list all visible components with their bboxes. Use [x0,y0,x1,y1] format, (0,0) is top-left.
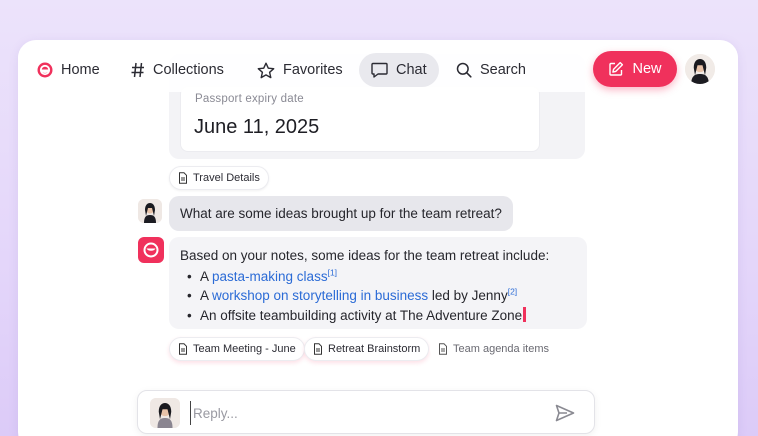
chat-bubble-icon [371,62,388,78]
assistant-message: Based on your notes, some ideas for the … [169,237,587,329]
source-chip-label: Team Meeting - June [193,343,296,355]
source-chip-label: Team agenda items [453,343,549,355]
passport-expiry-label: Passport expiry date [195,93,304,105]
passport-expiry-card: Passport expiry date June 11, 2025 [180,86,540,152]
nav-collections[interactable]: Collections [119,53,236,87]
star-icon [257,62,275,78]
new-button[interactable]: New [593,51,677,87]
user-avatar [138,199,162,223]
top-nav: Home Collections Favorites Chat Search N… [18,48,738,92]
source-chip-team-meeting[interactable]: Team Meeting - June [169,337,305,361]
search-icon [456,62,472,78]
typing-cursor [523,306,526,322]
nav-favorites-label: Favorites [283,62,343,78]
bullet-text: An offsite teambuilding activity at The … [200,307,523,323]
document-icon [179,172,187,184]
source-chip-label: Retreat Brainstorm [328,343,421,355]
nav-collections-label: Collections [153,62,224,78]
hash-icon [131,62,144,78]
nav-chat[interactable]: Chat [359,53,439,87]
citation-2[interactable]: [2] [508,287,517,297]
reply-bar [137,390,595,434]
document-icon [439,343,447,355]
bullet-text: A [200,288,213,303]
assistant-intro: Based on your notes, some ideas for the … [180,248,550,263]
source-chip-retreat-brainstorm[interactable]: Retreat Brainstorm [304,337,430,361]
note-link-storytelling-workshop[interactable]: workshop on storytelling in business [212,288,428,303]
reply-input[interactable] [190,401,530,425]
new-button-label: New [632,61,662,77]
passport-expiry-value: June 11, 2025 [194,116,320,138]
user-message-bubble: What are some ideas brought up for the t… [169,196,513,231]
bullet-text: A [200,268,213,284]
reply-user-avatar [150,398,180,428]
nav-home[interactable]: Home [25,53,112,87]
list-item: An offsite teambuilding activity at The … [180,306,576,326]
profile-avatar[interactable] [685,54,715,84]
list-item: A pasta-making class[1] [180,267,576,287]
assistant-logo-icon [138,237,164,263]
nav-search[interactable]: Search [444,53,538,87]
document-icon [179,343,187,355]
source-chip-team-agenda[interactable]: Team agenda items [430,337,557,361]
app-window: Passport expiry date June 11, 2025 Trave… [18,40,738,436]
assistant-idea-list: A pasta-making class[1] A workshop on st… [180,267,576,326]
nav-search-label: Search [480,62,526,78]
edit-icon [609,61,624,76]
nav-favorites[interactable]: Favorites [245,53,355,87]
source-chip-travel-details[interactable]: Travel Details [169,166,269,190]
list-item: A workshop on storytelling in business l… [180,286,576,306]
citation-1[interactable]: [1] [328,267,337,277]
nav-home-label: Home [61,62,100,78]
note-link-pasta-class[interactable]: pasta-making class [212,269,328,284]
document-icon [314,343,322,355]
bullet-text: led by Jenny [428,288,508,303]
send-icon [555,404,575,422]
home-logo-icon [37,62,53,78]
nav-chat-label: Chat [396,62,427,78]
send-button[interactable] [553,401,577,425]
source-chip-label: Travel Details [193,172,260,184]
